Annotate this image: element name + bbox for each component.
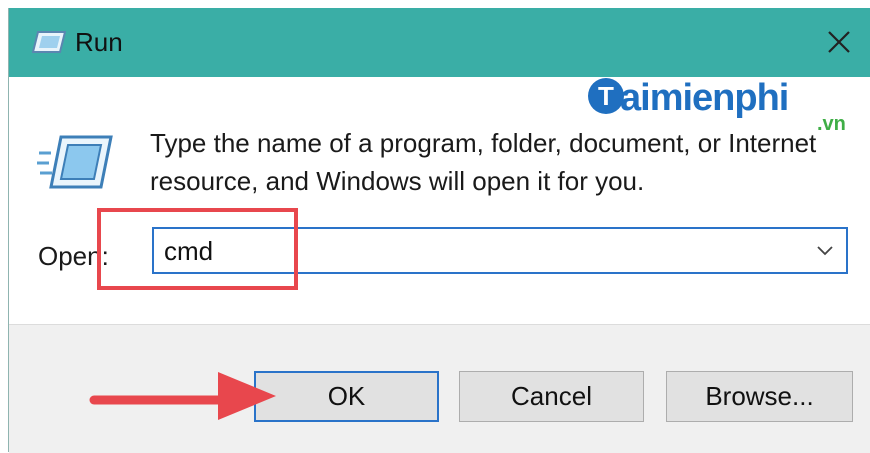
annotation-highlight-box: [97, 208, 298, 290]
brand-initial: T: [598, 81, 614, 111]
brand-watermark: aimienphi: [620, 77, 789, 119]
instructions-line-1: Type the name of a program, folder, docu…: [150, 128, 817, 158]
run-icon: [32, 31, 66, 53]
close-icon[interactable]: [815, 18, 863, 66]
instructions-text: Type the name of a program, folder, docu…: [150, 124, 850, 200]
brand-extension: .vn: [817, 113, 846, 135]
chevron-down-icon[interactable]: [816, 244, 834, 258]
cancel-button[interactable]: Cancel: [459, 371, 644, 422]
browse-button[interactable]: Browse...: [666, 371, 853, 422]
window-title: Run: [75, 27, 123, 57]
annotation-arrow-icon: [89, 372, 276, 420]
title-bar[interactable]: Run: [9, 8, 870, 77]
run-program-icon: [37, 135, 113, 189]
instructions-line-2: resource, and Windows will open it for y…: [150, 166, 645, 196]
ok-button[interactable]: OK: [254, 371, 439, 422]
